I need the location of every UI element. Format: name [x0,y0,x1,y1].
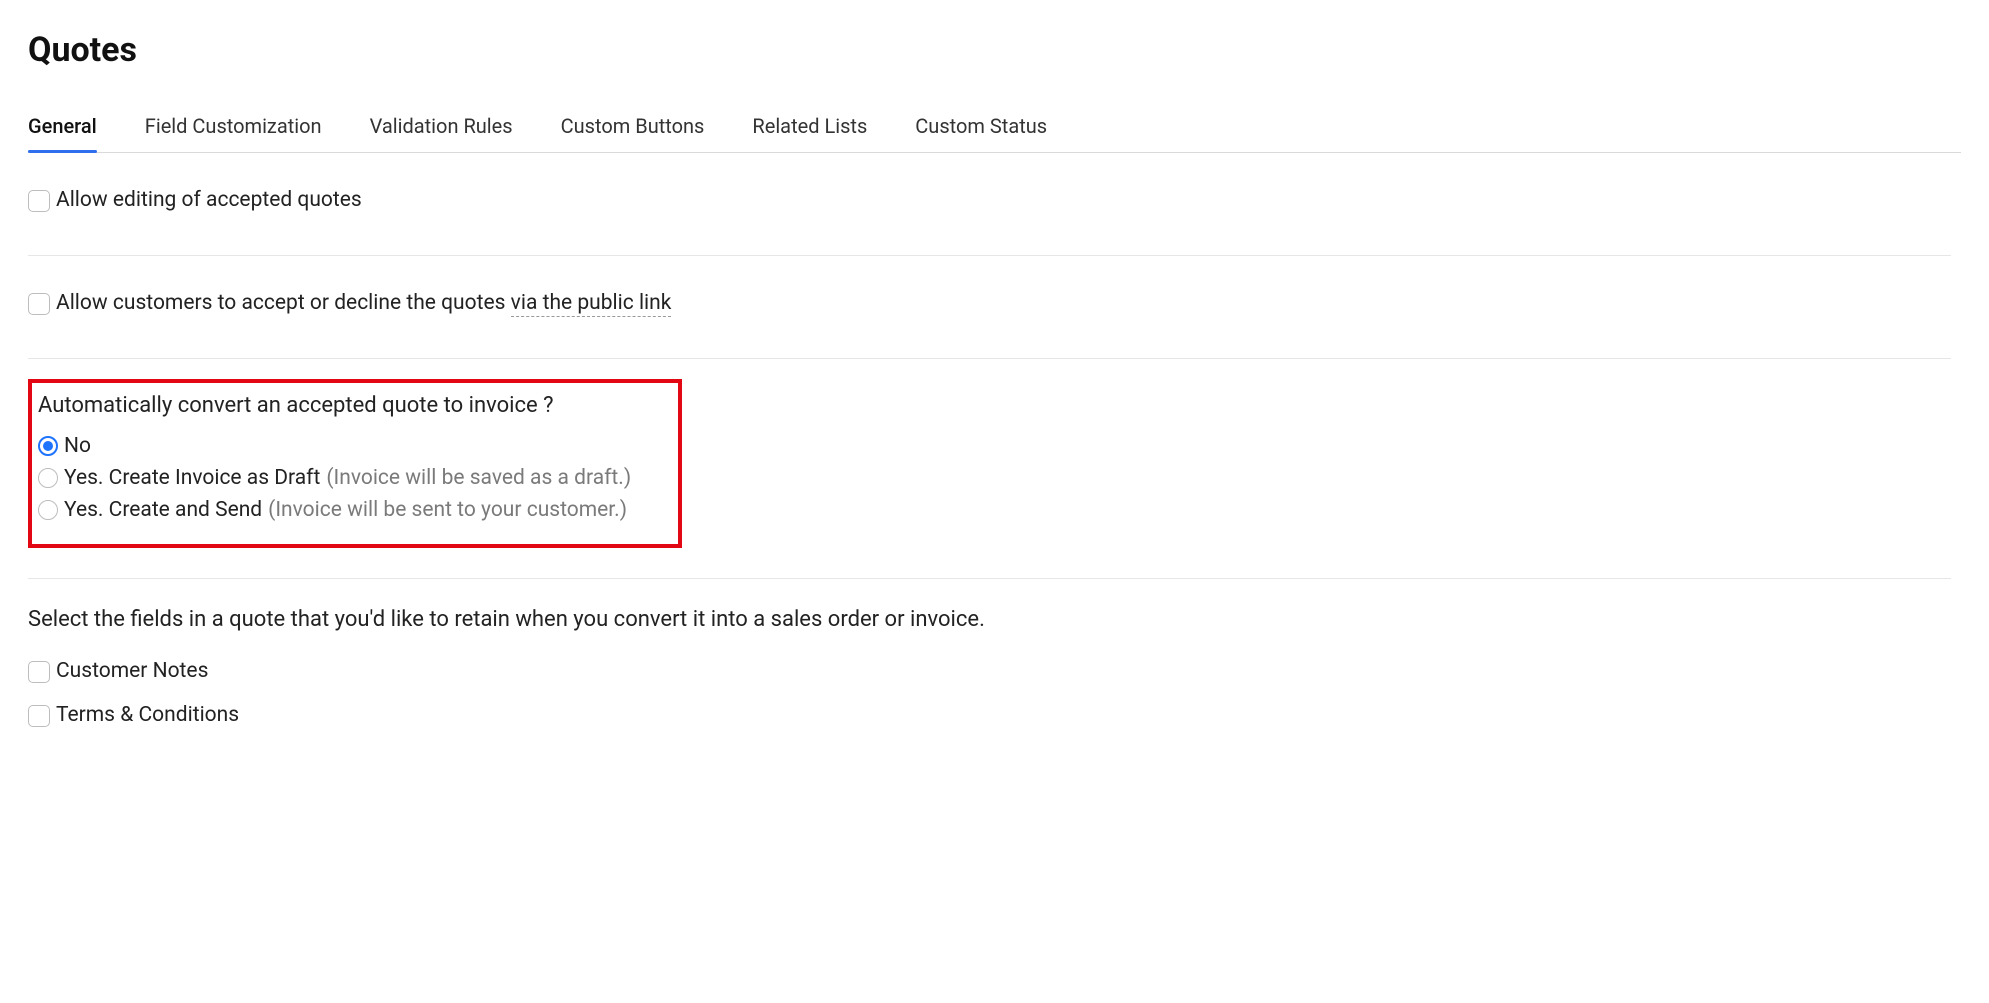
autoconvert-option-draft[interactable]: Yes. Create Invoice as Draft (Invoice wi… [38,466,668,490]
section-retain-fields: Select the fields in a quote that you'd … [28,579,1951,743]
section-allow-accept: Allow customers to accept or decline the… [28,256,1951,359]
autoconvert-option-no[interactable]: No [38,434,668,458]
autoconvert-label-send: Yes. Create and Send [64,498,262,522]
retain-customer-notes-checkbox[interactable] [28,661,50,683]
tab-related-lists[interactable]: Related Lists [752,114,867,152]
autoconvert-hint-draft: (Invoice will be saved as a draft.) [326,466,631,490]
retain-address-label: Address [56,740,133,743]
retain-terms-row[interactable]: Terms & Conditions [28,696,1951,736]
allow-edit-label: Allow editing of accepted quotes [56,181,362,221]
section-autoconvert: Automatically convert an accepted quote … [28,359,1951,579]
section-allow-edit: Allow editing of accepted quotes [28,153,1951,256]
autoconvert-option-send[interactable]: Yes. Create and Send (Invoice will be se… [38,498,668,522]
allow-accept-link[interactable]: via the public link [511,291,672,317]
tab-custom-buttons[interactable]: Custom Buttons [561,114,705,152]
tab-validation-rules[interactable]: Validation Rules [370,114,513,152]
allow-accept-prefix: Allow customers to accept or decline the… [56,291,511,315]
tabs-nav: General Field Customization Validation R… [28,114,1961,153]
allow-accept-row[interactable]: Allow customers to accept or decline the… [28,284,1951,324]
tab-field-customization[interactable]: Field Customization [145,114,322,152]
allow-accept-checkbox[interactable] [28,293,50,315]
autoconvert-radio-no[interactable] [38,436,58,456]
tab-custom-status[interactable]: Custom Status [915,114,1047,152]
retain-terms-label: Terms & Conditions [56,696,239,736]
content-scroll-area[interactable]: Allow editing of accepted quotes Allow c… [28,153,1961,743]
autoconvert-hint-send: (Invoice will be sent to your customer.) [268,498,627,522]
retain-customer-notes-label: Customer Notes [56,652,208,692]
tab-general[interactable]: General [28,114,97,152]
autoconvert-radio-draft[interactable] [38,468,58,488]
page-title: Quotes [28,30,1961,70]
autoconvert-question: Automatically convert an accepted quote … [38,393,668,418]
allow-accept-label: Allow customers to accept or decline the… [56,284,671,324]
autoconvert-label-no: No [64,434,91,458]
allow-edit-row[interactable]: Allow editing of accepted quotes [28,181,1951,221]
retain-address-row[interactable]: Address [28,740,1951,743]
autoconvert-radio-send[interactable] [38,500,58,520]
autoconvert-highlight: Automatically convert an accepted quote … [28,379,682,548]
retain-title: Select the fields in a quote that you'd … [28,603,1951,636]
retain-terms-checkbox[interactable] [28,705,50,727]
allow-edit-checkbox[interactable] [28,190,50,212]
retain-customer-notes-row[interactable]: Customer Notes [28,652,1951,692]
autoconvert-label-draft: Yes. Create Invoice as Draft [64,466,320,490]
